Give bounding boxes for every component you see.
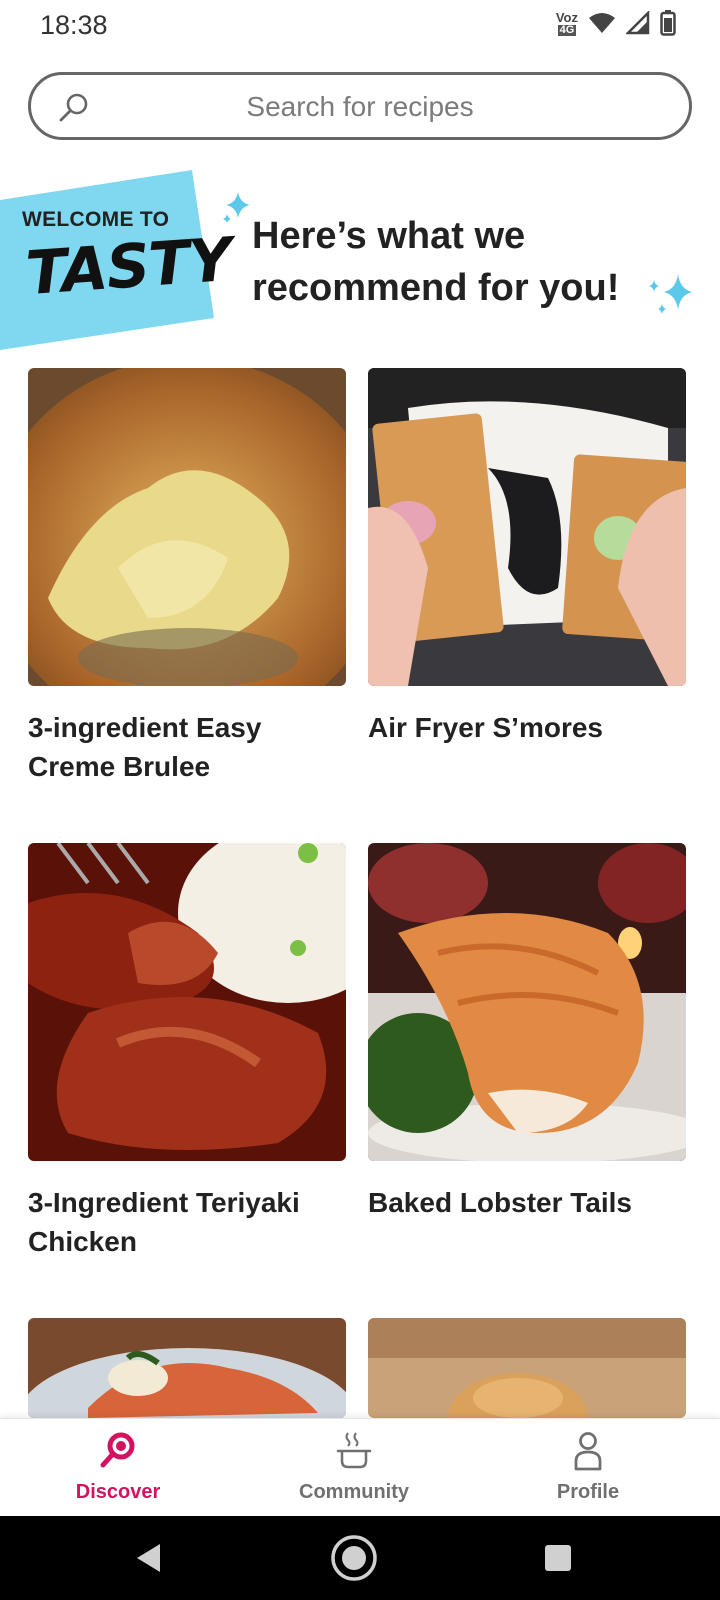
recipe-title[interactable]: Baked Lobster Tails: [368, 1183, 686, 1222]
recipe-image-smores[interactable]: [368, 368, 686, 686]
recipe-title[interactable]: Air Fryer S’mores: [368, 708, 686, 747]
nav-tab-profile[interactable]: Profile: [488, 1419, 688, 1517]
nav-tab-community[interactable]: Community: [254, 1419, 454, 1517]
search-bar[interactable]: [28, 72, 692, 140]
recipe-image-lobster-tails[interactable]: [368, 843, 686, 1161]
discover-icon: [100, 1432, 135, 1468]
recipe-card[interactable]: 3-ingredient Easy Creme Brulee: [28, 368, 346, 786]
recipe-image-creme-brulee[interactable]: [28, 368, 346, 686]
recipe-card[interactable]: [28, 1318, 346, 1418]
battery-icon: [660, 10, 676, 36]
home-icon[interactable]: [330, 1534, 378, 1582]
search-input[interactable]: [111, 89, 609, 125]
recipe-title[interactable]: 3-ingredient Easy Creme Brulee: [28, 708, 346, 786]
nav-label-discover: Discover: [75, 1481, 161, 1503]
sparkle-icon: [649, 274, 692, 314]
wifi-icon: [589, 13, 615, 33]
recipe-card[interactable]: Air Fryer S’mores: [368, 368, 686, 747]
nav-label-profile: Profile: [556, 1481, 620, 1503]
recipe-image-teriyaki-chicken[interactable]: [28, 843, 346, 1161]
network-carrier-label: Voz: [555, 9, 578, 25]
recipe-card[interactable]: Baked Lobster Tails: [368, 843, 686, 1222]
nav-tab-discover[interactable]: Discover: [18, 1419, 218, 1517]
network-type-indicator: Voz 4G: [556, 11, 578, 36]
network-generation-label: 4G: [557, 23, 577, 36]
status-bar: 18:38 Voz 4G: [0, 0, 720, 52]
recipe-card[interactable]: [368, 1318, 686, 1418]
bottom-navigation: Discover Community Profile: [0, 1418, 720, 1516]
recipe-title[interactable]: 3-Ingredient Teriyaki Chicken: [28, 1183, 346, 1261]
status-time: 18:38: [40, 10, 108, 40]
community-pot-icon: [336, 1432, 372, 1469]
recommendation-headline: Here’s what we recommend for you!: [252, 215, 620, 309]
cell-signal-icon: [626, 11, 650, 35]
system-navigation-bar: [0, 1516, 720, 1600]
back-icon[interactable]: [134, 1542, 164, 1574]
recipe-image[interactable]: [28, 1318, 346, 1418]
recipe-image[interactable]: [368, 1318, 686, 1418]
tasty-logo: TASTY: [23, 224, 234, 310]
recipe-card[interactable]: 3-Ingredient Teriyaki Chicken: [28, 843, 346, 1261]
nav-label-community: Community: [299, 1481, 409, 1503]
sparkle-icon: [223, 192, 250, 223]
profile-icon: [574, 1432, 602, 1471]
search-icon: [59, 93, 88, 122]
recents-icon[interactable]: [544, 1544, 572, 1572]
status-icons: Voz 4G: [556, 10, 676, 36]
